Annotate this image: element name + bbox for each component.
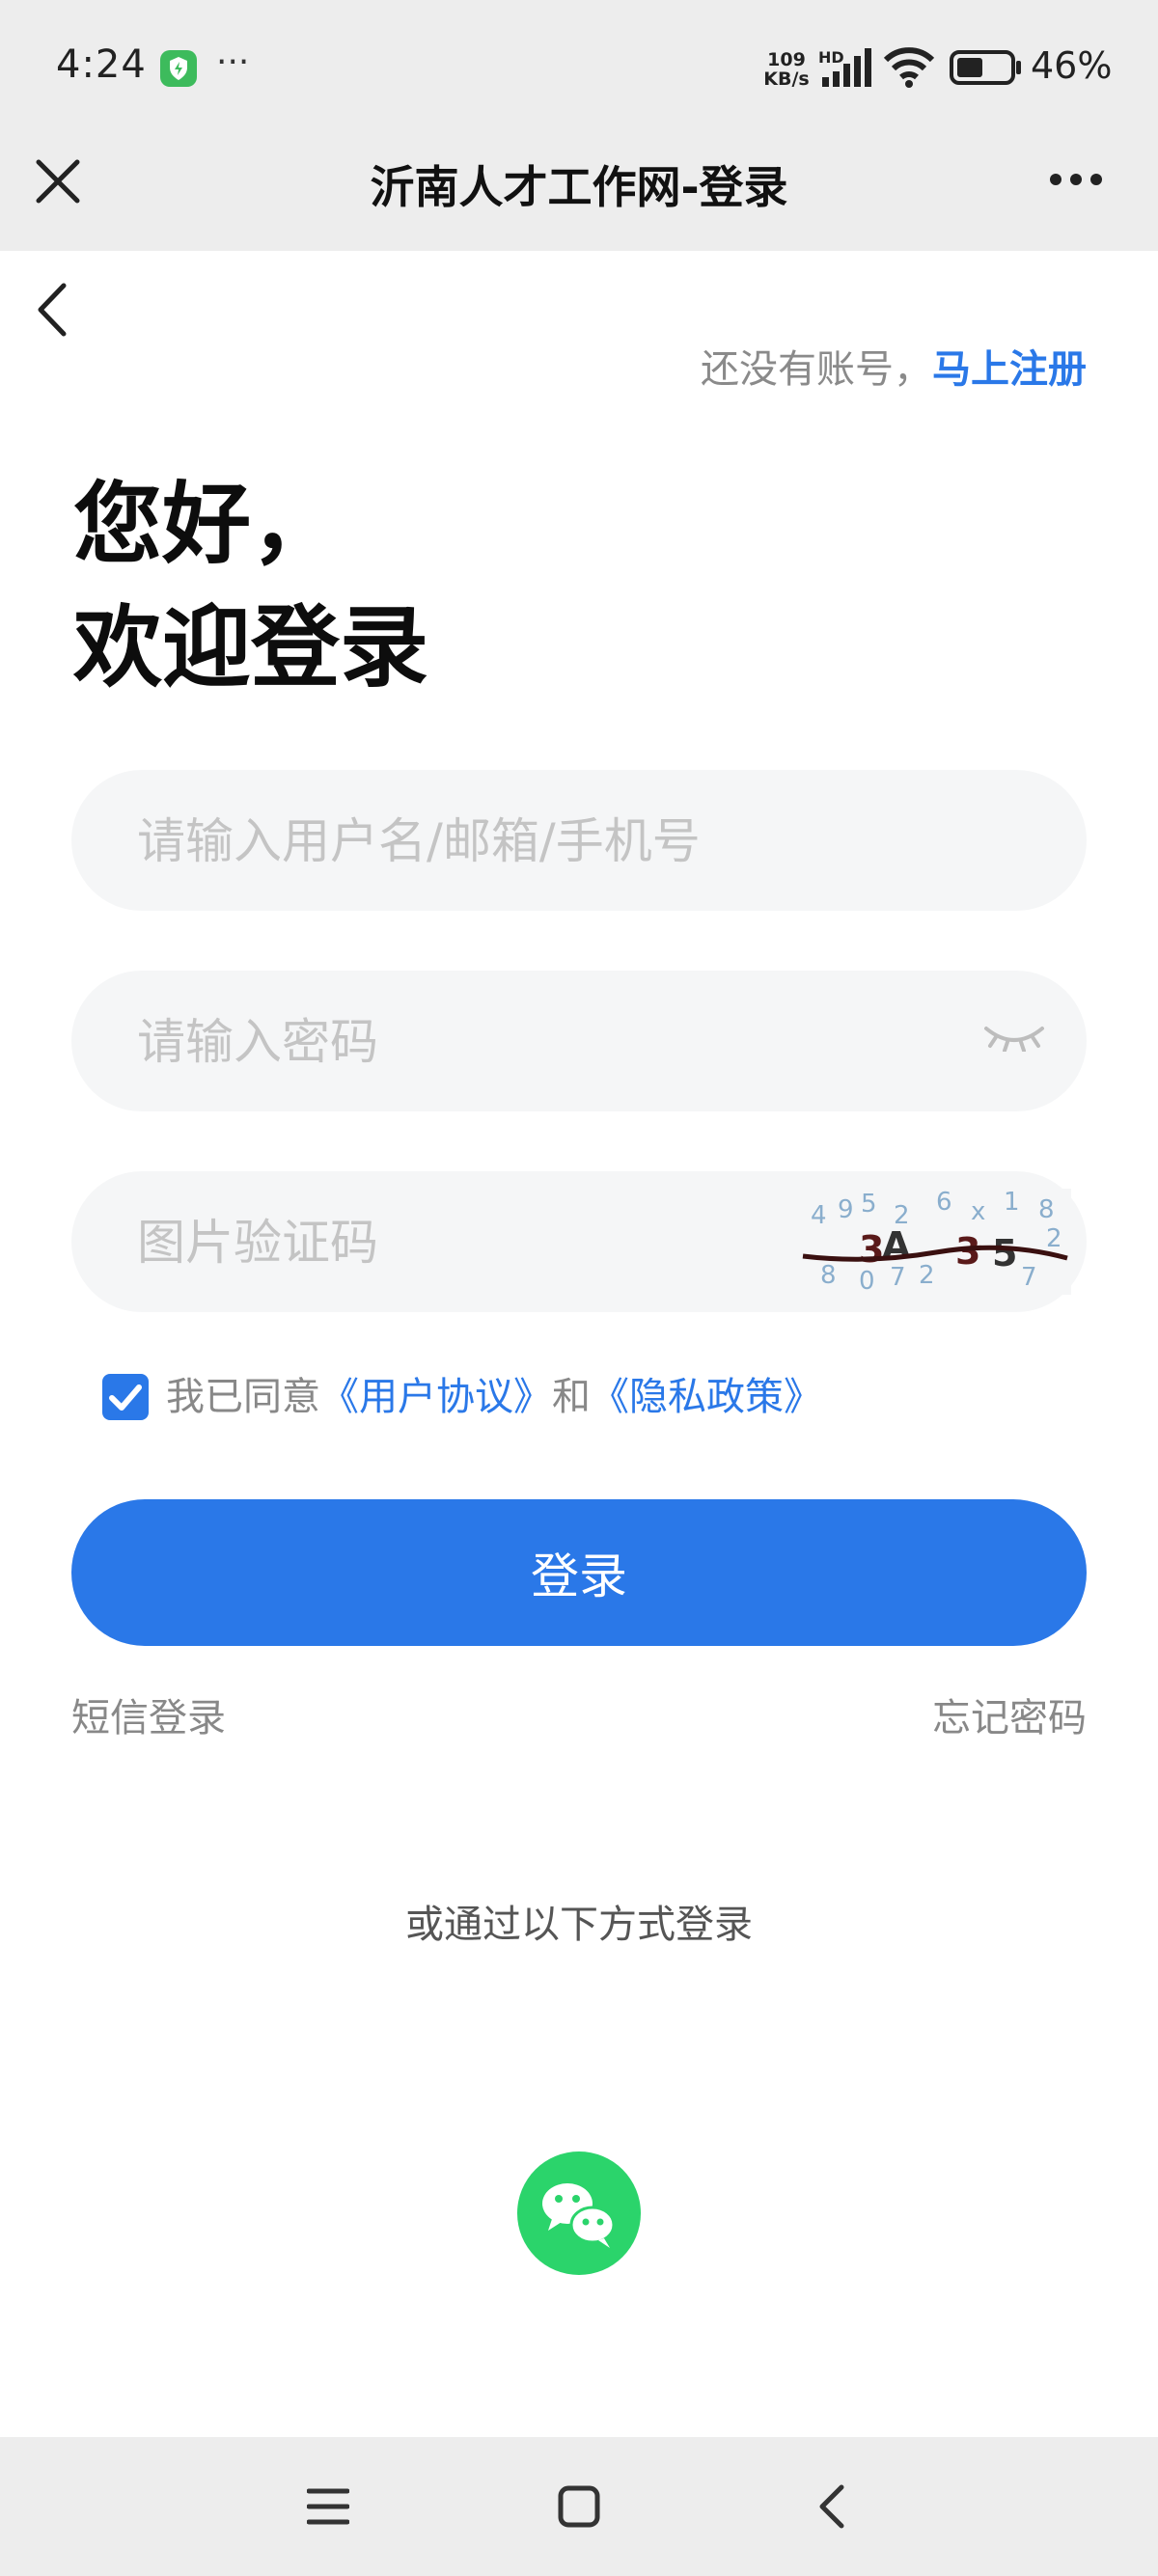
register-link[interactable]: 马上注册 <box>932 347 1087 392</box>
agreement-prefix: 我已同意 <box>166 1375 320 1419</box>
security-shield-icon <box>160 50 197 87</box>
svg-text:0: 0 <box>859 1267 875 1295</box>
menu-icon[interactable] <box>307 2487 349 2526</box>
eye-closed-icon[interactable] <box>982 1023 1046 1052</box>
captcha-field[interactable]: 4952 6x18 8072 72 3A 35 <box>71 1171 1087 1314</box>
svg-text:7: 7 <box>890 1263 906 1292</box>
register-prompt-text: 还没有账号， <box>701 347 932 392</box>
login-button[interactable]: 登录 <box>71 1499 1087 1646</box>
username-input[interactable] <box>135 770 930 913</box>
password-field[interactable] <box>71 971 1087 1113</box>
wifi-icon <box>883 47 935 88</box>
net-speed-unit: KB/s <box>763 69 810 90</box>
svg-text:2: 2 <box>919 1261 935 1290</box>
signal-icon <box>822 48 871 87</box>
svg-text:4: 4 <box>811 1201 827 1230</box>
status-time: 4:24 <box>56 42 147 87</box>
check-icon <box>109 1384 142 1411</box>
username-field[interactable] <box>71 770 1087 913</box>
agreement-checkbox[interactable] <box>102 1374 149 1420</box>
back-nav-icon[interactable] <box>816 2483 845 2530</box>
svg-text:1: 1 <box>1004 1189 1020 1217</box>
user-agreement-link[interactable]: 《用户协议》 <box>320 1375 552 1419</box>
more-menu-icon[interactable] <box>1048 172 1104 187</box>
net-speed: 109 KB/s <box>762 50 811 89</box>
captcha-image[interactable]: 4952 6x18 8072 72 3A 35 <box>801 1189 1071 1295</box>
svg-text:5: 5 <box>992 1232 1017 1274</box>
status-more: ··· <box>216 42 250 82</box>
privacy-policy-link[interactable]: 《隐私政策》 <box>591 1375 822 1419</box>
svg-text:7: 7 <box>1021 1263 1037 1292</box>
greeting-line-2: 欢迎登录 <box>73 596 429 699</box>
svg-text:8: 8 <box>820 1261 837 1290</box>
svg-text:3: 3 <box>859 1228 884 1271</box>
svg-text:x: x <box>971 1197 985 1226</box>
net-speed-value: 109 <box>767 49 806 70</box>
password-input[interactable] <box>135 971 930 1113</box>
alt-login-title: 或通过以下方式登录 <box>405 1903 753 1947</box>
svg-text:9: 9 <box>838 1195 854 1224</box>
wechat-icon <box>542 2183 616 2248</box>
battery-icon <box>950 50 1021 85</box>
greeting-line-1: 您好， <box>73 473 341 576</box>
back-arrow-icon[interactable] <box>35 282 69 338</box>
agreement-and: 和 <box>552 1375 591 1419</box>
register-prompt: 还没有账号，马上注册 <box>0 338 1087 394</box>
sms-login-link[interactable]: 短信登录 <box>71 1686 226 1742</box>
svg-text:2: 2 <box>1046 1224 1062 1253</box>
battery-percent: 46% <box>1031 44 1113 87</box>
captcha-input[interactable] <box>135 1171 814 1314</box>
home-icon[interactable] <box>558 2485 600 2528</box>
svg-text:5: 5 <box>861 1190 877 1219</box>
svg-text:8: 8 <box>1038 1195 1055 1224</box>
wechat-login-button[interactable] <box>517 2151 641 2275</box>
svg-text:6: 6 <box>936 1189 952 1217</box>
page-title: 沂南人才工作网-登录 <box>370 161 788 213</box>
agreement-text: 我已同意《用户协议》和《隐私政策》 <box>166 1374 822 1420</box>
forgot-password-link[interactable]: 忘记密码 <box>932 1686 1087 1742</box>
